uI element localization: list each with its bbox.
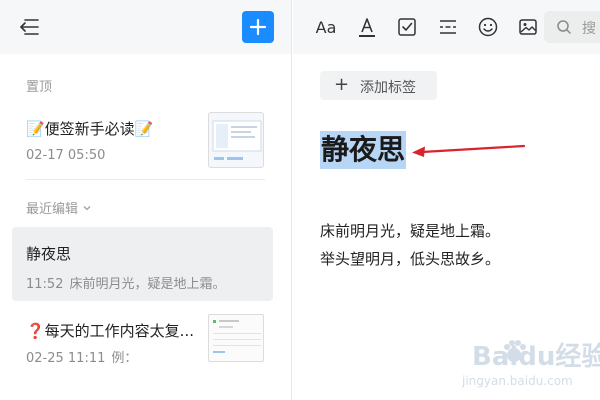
image-icon[interactable] [515,14,541,40]
watermark-brand: Baidu经验 [472,342,600,372]
recent-section-label: 最近编辑 [26,202,79,217]
note-snippet: 例： [111,351,138,366]
note-date: 02-17 05:50 [26,148,106,163]
new-note-button[interactable] [242,11,274,43]
search-input[interactable]: 搜 [544,11,600,43]
font-size-label: Aa [315,17,337,37]
add-tag-label: 添加标签 [360,80,416,96]
editor-toolbar: Aa 搜 [293,0,600,54]
note-snippet: 床前明月光，疑是地上霜。 [69,277,226,292]
font-color-icon[interactable] [354,14,380,40]
note-thumbnail [208,314,264,362]
recent-section-toggle[interactable]: 最近编辑 [26,198,92,217]
note-title: ❓每天的工作内容太复... [26,322,194,340]
sidebar-header [0,0,291,54]
note-thumbnail [208,112,264,168]
pinned-section-label: 置顶 [26,80,53,95]
note-title: 静夜思 [26,245,72,263]
plus-icon [249,18,267,36]
note-title: 📝便签新手必读📝 [26,120,154,138]
font-size-icon[interactable]: Aa [313,14,339,40]
watermark-url: jingyan.baidu.com [462,374,573,388]
annotation-arrow [412,144,526,157]
note-time: 02-25 11:11 [26,351,106,366]
section-divider [26,179,265,180]
note-item-active[interactable]: 静夜思 11:52 床前明月光，疑是地上霜。 [12,227,273,301]
note-time: 11:52 [26,277,64,292]
search-icon [557,20,571,34]
note-meta: 11:52 床前明月光，疑是地上霜。 [26,273,225,292]
collapse-sidebar-icon[interactable] [16,14,42,40]
add-tag-button[interactable]: + 添加标签 [320,71,437,100]
search-placeholder: 搜 [582,21,596,37]
baidu-watermark: Baidu经验 jingyan.baidu.com [448,330,600,394]
emoji-icon[interactable] [475,14,501,40]
note-body-line[interactable]: 举头望明月，低头思故乡。 [320,248,500,269]
checkbox-icon[interactable] [394,14,420,40]
note-body-line[interactable]: 床前明月光，疑是地上霜。 [320,220,500,241]
divider-icon[interactable] [435,14,461,40]
note-meta: 02-25 11:11 例： [26,347,137,366]
pinned-note-item[interactable]: 📝便签新手必读📝 02-17 05:50 [12,112,273,172]
chevron-down-icon [82,202,92,217]
note-item[interactable]: ❓每天的工作内容太复... 02-25 11:11 例： [12,312,273,372]
plus-icon: + [334,74,350,95]
notes-sidebar: 置顶 📝便签新手必读📝 02-17 05:50 最近编辑 静夜思 11:52 床前… [0,0,292,400]
note-title-heading[interactable]: 静夜思 [320,131,407,169]
